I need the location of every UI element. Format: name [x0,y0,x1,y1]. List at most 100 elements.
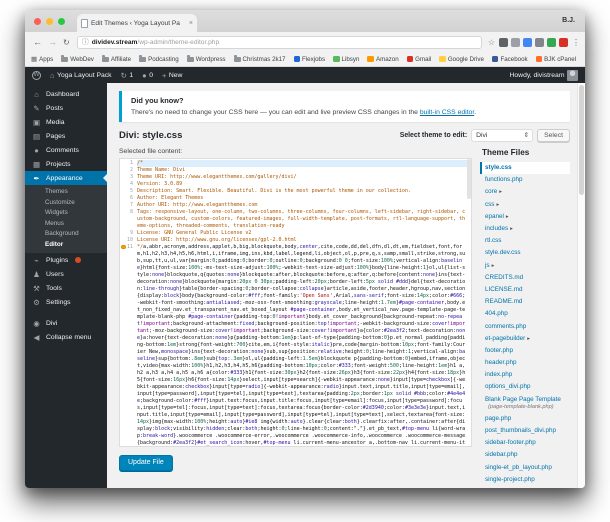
theme-file-link[interactable]: single-et_pb_layout.php [480,461,570,473]
bookmark-item[interactable]: Gmail [406,56,431,63]
submenu-item-menus[interactable]: Menus [25,219,107,230]
minimize-window-icon[interactable] [46,18,53,25]
browser-tab[interactable]: Edit Themes ‹ Yoga Layout Pa × [77,14,197,32]
sidebar-item-tools[interactable]: ⚒ Tools [25,281,107,295]
sidebar-item-users[interactable]: ♟ Users [25,267,107,281]
theme-file-link[interactable]: et-pagebuilder ▸ [480,332,570,344]
sidebar-item-pages[interactable]: ▤ Pages [25,129,107,143]
theme-file-link[interactable]: 404.php [480,308,570,320]
update-file-button[interactable]: Update File [119,454,173,471]
theme-file-link[interactable]: LICENSE.md [480,283,570,295]
extension-icon[interactable] [523,37,532,47]
wordpress-logo-icon[interactable]: W [32,70,41,80]
file-name: Blank Page Page Template [485,395,561,403]
theme-file-link[interactable]: comments.php [480,320,570,332]
address-bar[interactable]: ⓘ dividev.stream/wp-admin/theme-editor.p… [76,35,482,49]
tab-close-icon[interactable]: × [189,20,193,27]
extension-icon[interactable] [547,37,556,47]
close-window-icon[interactable] [34,18,41,25]
theme-file-link[interactable]: rtl.css [480,235,570,247]
theme-select[interactable]: Divi ⇕ [471,128,534,142]
theme-file-link[interactable]: post_thumbnails_divi.php [480,424,570,436]
tab-title: Edit Themes ‹ Yoga Layout Pa [91,19,180,27]
zoom-window-icon[interactable] [58,18,65,25]
extension-icon[interactable] [511,37,520,47]
sidebar-item-appearance[interactable]: ✒ Appearance [25,171,107,185]
sidebar-item-plugins[interactable]: ⌁ Plugins [25,253,107,267]
theme-file-link[interactable]: js ▸ [480,259,570,271]
file-name: footer.php [485,346,514,354]
bookmark-item[interactable]: Google Drive [439,56,484,63]
bookmark-item[interactable]: Wordpress [186,55,226,63]
theme-file-link[interactable]: sidebar-footer.php [480,437,570,449]
sidebar-item-collapse-menu[interactable]: ◀ Collapse menu [25,330,107,344]
sidebar-item-comments[interactable]: ● Comments [25,143,107,157]
submenu-item-editor[interactable]: Editor [25,240,107,251]
extension-icons [499,37,568,47]
reload-icon[interactable]: ↻ [63,38,70,47]
sidebar-item-divi[interactable]: ◉ Divi [25,316,107,330]
comments-link[interactable]: ● 0 [142,71,153,80]
code-line: 1 /* [120,159,471,167]
submenu-item-themes[interactable]: Themes [25,187,107,198]
theme-file-link[interactable]: css ▸ [480,198,570,210]
bookmark-item[interactable]: Affiliate [101,55,131,63]
code-editor[interactable]: 1 /* 2 Theme Name: Divi 3 Theme URI: http://w… [119,157,472,447]
bookmark-item[interactable]: Flexjobs [293,56,325,63]
bookmark-item[interactable]: Podcasting [139,55,179,63]
theme-file-link[interactable]: includes ▸ [480,222,570,234]
site-info-icon[interactable]: ⓘ [82,37,89,47]
admin-sidebar: ⌂ Dashboard ✎ Posts ▣ Media ▤ Pages ● Comments ▦ Pr… [25,83,107,488]
extension-icon[interactable] [559,37,568,47]
theme-file-link[interactable]: sidebar.php [480,449,570,461]
builtin-css-editor-link[interactable]: built-in CSS editor [420,109,474,116]
bookmark-item[interactable]: ▦ Apps [31,55,53,64]
my-account-link[interactable]: Howdy, divistream [509,69,578,81]
theme-file-link[interactable]: single.php [480,485,570,489]
settings-icon: ⚙ [33,297,40,307]
theme-file-link[interactable]: core ▸ [480,186,570,198]
theme-file-link[interactable]: CREDITS.md [480,271,570,283]
bookmark-item[interactable]: WebDev [61,55,94,63]
page-scrollbar-thumb[interactable] [579,85,584,195]
bookmark-item[interactable]: Facebook [491,56,528,63]
sidebar-item-projects[interactable]: ▦ Projects [25,157,107,171]
theme-file-link[interactable]: README.md [480,296,570,308]
select-theme-button[interactable]: Select [537,128,570,142]
extension-icon[interactable] [535,37,544,47]
lint-warning-icon[interactable] [121,244,126,250]
submenu-item-widgets[interactable]: Widgets [25,208,107,219]
theme-file-link[interactable]: index.php [480,369,570,381]
theme-file-link[interactable]: Blank Page Page Template (page-template-b… [480,393,570,412]
bookmark-item[interactable]: Christmas 2k17 [233,55,286,63]
theme-file-link[interactable]: single-project.php [480,473,570,485]
new-content-link[interactable]: + New [162,71,183,80]
theme-file-link[interactable]: functions.php [480,174,570,186]
theme-file-link[interactable]: style.css [480,161,570,174]
editor-scrollbar[interactable] [467,158,471,199]
sidebar-item-posts[interactable]: ✎ Posts [25,101,107,115]
updates-link[interactable]: ↻ 1 [121,71,134,80]
browser-menu-icon[interactable]: ⋮ [572,38,580,47]
submenu-item-customize[interactable]: Customize [25,198,107,209]
theme-file-link[interactable]: options_divi.php [480,381,570,393]
theme-file-link[interactable]: page.php [480,412,570,424]
theme-file-link[interactable]: style.dev.css [480,247,570,259]
bookmark-item[interactable]: BJK cPanel [535,56,576,63]
chrome-profile-name[interactable]: B.J. [562,17,575,24]
theme-file-link[interactable]: header.php [480,357,570,369]
bookmark-item[interactable]: Libsyn [333,56,359,63]
theme-file-link[interactable]: epanel ▸ [480,210,570,222]
sidebar-item-settings[interactable]: ⚙ Settings [25,295,107,309]
bookmark-star-icon[interactable]: ☆ [488,38,495,47]
site-name-link[interactable]: ⌂ Yoga Layout Pack [50,71,112,80]
sidebar-item-dashboard[interactable]: ⌂ Dashboard [25,87,107,101]
theme-file-link[interactable]: footer.php [480,344,570,356]
forward-icon[interactable]: → [48,37,57,47]
submenu-item-background[interactable]: Background [25,229,107,240]
bookmark-item[interactable]: Amazon [367,56,399,63]
extension-icon[interactable] [499,37,508,47]
page-scrollbar[interactable] [577,83,585,488]
sidebar-item-media[interactable]: ▣ Media [25,115,107,129]
back-icon[interactable]: ← [33,37,42,47]
